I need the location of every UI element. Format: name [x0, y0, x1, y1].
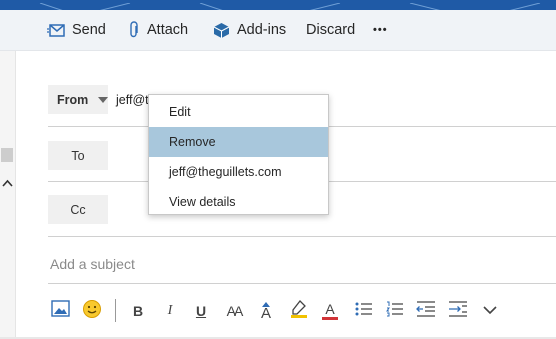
more-button[interactable]: ••• [373, 10, 388, 50]
cc-label: Cc [70, 202, 86, 217]
menu-item-view-details[interactable]: View details [149, 187, 328, 217]
grow-font-button[interactable]: A [256, 296, 276, 326]
format-toolbar: B I U AA A A [0, 296, 556, 326]
toolbar-separator [115, 299, 116, 322]
from-context-menu: Edit Remove jeff@theguillets.com View de… [148, 94, 329, 215]
emoji-icon [82, 299, 102, 324]
bold-icon: B [132, 303, 144, 319]
grow-font-icon: A [260, 304, 271, 322]
chevron-down-icon [98, 96, 109, 103]
decrease-indent-button[interactable] [415, 296, 437, 326]
subject-divider [48, 283, 556, 284]
emoji-button[interactable] [81, 296, 103, 326]
italic-icon: I [167, 303, 173, 318]
from-button[interactable]: From [48, 85, 109, 114]
increase-indent-button[interactable] [447, 296, 469, 326]
font-color-icon: A [325, 301, 335, 317]
to-label: To [71, 148, 85, 163]
menu-item-address[interactable]: jeff@theguillets.com [149, 157, 328, 187]
header-banner [0, 0, 556, 10]
discard-button[interactable]: Discard [306, 10, 355, 50]
from-value: jeff@t [116, 93, 149, 107]
underline-icon: U [195, 303, 207, 319]
scroll-up-icon[interactable] [1, 175, 14, 191]
attach-button[interactable]: Attach [128, 10, 188, 50]
numbering-button[interactable] [384, 296, 406, 326]
to-button[interactable]: To [48, 141, 108, 170]
chevron-down-icon [483, 302, 497, 320]
insert-picture-icon [50, 300, 70, 322]
bullets-icon [355, 301, 373, 322]
font-color-swatch [322, 317, 338, 320]
increase-indent-icon [448, 300, 468, 322]
italic-button[interactable]: I [161, 296, 179, 326]
font-size-button[interactable]: AA [222, 296, 246, 326]
paperclip-icon [128, 21, 140, 39]
compose-toolbar: Send Attach Add-ins Discard ••• [0, 10, 556, 51]
underline-button[interactable]: U [192, 296, 210, 326]
font-size-icon: AA [226, 303, 244, 319]
send-button[interactable]: Send [47, 10, 106, 50]
numbering-icon [386, 301, 404, 322]
banner-pattern [39, 2, 541, 10]
more-format-button[interactable] [480, 296, 500, 326]
more-icon: ••• [373, 24, 388, 36]
bold-button[interactable]: B [129, 296, 147, 326]
highlight-icon [290, 299, 308, 324]
addins-button[interactable]: Add-ins [213, 10, 286, 50]
bullets-button[interactable] [353, 296, 375, 326]
discard-label: Discard [306, 22, 356, 38]
cc-divider [48, 236, 556, 237]
send-icon [47, 23, 65, 37]
send-label: Send [72, 22, 106, 38]
menu-item-remove[interactable]: Remove [149, 127, 328, 157]
from-label: From [57, 92, 89, 107]
font-color-button[interactable]: A [320, 296, 340, 326]
addins-icon [213, 22, 230, 39]
subject-input[interactable]: Add a subject [50, 256, 135, 272]
highlight-button[interactable] [289, 296, 309, 326]
menu-item-edit[interactable]: Edit [149, 97, 328, 127]
cc-button[interactable]: Cc [48, 195, 108, 224]
addins-label: Add-ins [237, 22, 287, 38]
attach-label: Attach [147, 22, 189, 38]
scroll-thumb[interactable] [1, 148, 13, 162]
insert-picture-button[interactable] [49, 296, 71, 326]
decrease-indent-icon [416, 300, 436, 322]
